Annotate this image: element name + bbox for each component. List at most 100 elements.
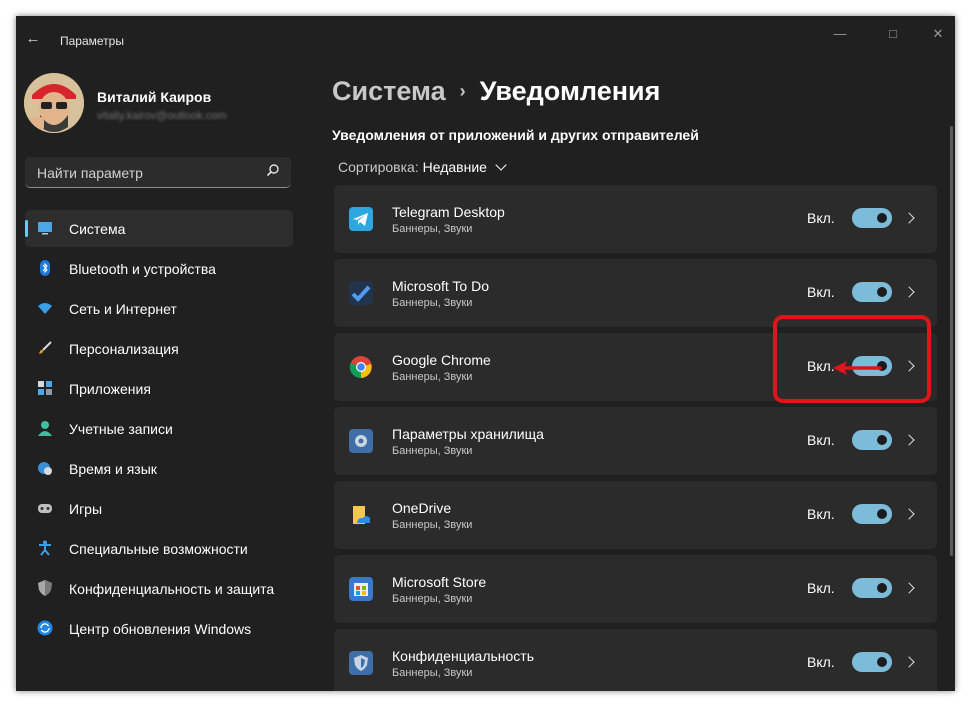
store-icon xyxy=(349,577,373,601)
sort-dropdown[interactable]: Сортировка: Недавние xyxy=(338,159,507,175)
sidebar-item-label: Сеть и Интернет xyxy=(69,301,177,317)
update-icon xyxy=(37,620,53,636)
sidebar-item-label: Время и язык xyxy=(69,461,157,477)
app-row-store[interactable]: Microsoft Store Баннеры, Звуки Вкл. xyxy=(334,555,937,623)
app-row-onedrive[interactable]: OneDrive Баннеры, Звуки Вкл. xyxy=(334,481,937,549)
app-name: Microsoft Store xyxy=(392,574,487,590)
toggle-state-label: Вкл. xyxy=(807,506,835,522)
chevron-right-icon[interactable] xyxy=(903,656,915,668)
sidebar-item-label: Игры xyxy=(69,501,103,517)
app-notification-list: Telegram Desktop Баннеры, Звуки Вкл. Mic… xyxy=(334,185,937,691)
toggle-state-label: Вкл. xyxy=(807,580,835,596)
monitor-icon xyxy=(37,220,53,236)
sidebar-item-accounts[interactable]: Учетные записи xyxy=(25,410,293,447)
back-arrow-icon[interactable]: ← xyxy=(24,30,42,48)
avatar[interactable] xyxy=(24,73,84,133)
notification-toggle[interactable] xyxy=(852,652,892,672)
sidebar-item-accessibility[interactable]: Специальные возможности xyxy=(25,530,293,567)
breadcrumb-separator: › xyxy=(459,81,466,101)
chevron-right-icon[interactable] xyxy=(903,508,915,520)
app-notification-types: Баннеры, Звуки xyxy=(392,667,473,679)
chevron-right-icon[interactable] xyxy=(903,434,915,446)
chevron-right-icon[interactable] xyxy=(903,582,915,594)
app-notification-types: Баннеры, Звуки xyxy=(392,371,473,383)
telegram-icon xyxy=(349,207,373,231)
onedrive-icon xyxy=(349,503,373,527)
user-name: Виталий Каиров xyxy=(97,89,212,105)
sidebar-item-apps[interactable]: Приложения xyxy=(25,370,293,407)
app-name: Google Chrome xyxy=(392,352,491,368)
search-placeholder: Найти параметр xyxy=(37,165,143,181)
sidebar-item-gaming[interactable]: Игры xyxy=(25,490,293,527)
shield-icon xyxy=(37,580,53,596)
section-title: Уведомления от приложений и других отпра… xyxy=(332,127,699,143)
toggle-knob xyxy=(877,509,887,519)
sidebar-item-label: Учетные записи xyxy=(69,421,173,437)
app-name: Telegram Desktop xyxy=(392,204,505,220)
sidebar-item-network[interactable]: Сеть и Интернет xyxy=(25,290,293,327)
minimize-icon[interactable]: — xyxy=(825,24,855,44)
chevron-down-icon xyxy=(495,159,507,171)
sidebar-item-label: Система xyxy=(69,221,126,237)
scrollbar[interactable] xyxy=(950,126,953,556)
sidebar-item-label: Центр обновления Windows xyxy=(69,621,252,637)
sidebar-item-time-language[interactable]: Время и язык xyxy=(25,450,293,487)
sidebar-nav: Система Bluetooth и устройства Сеть и Ин… xyxy=(25,210,293,650)
user-email: vitaliy.kairov@outlook.com xyxy=(97,110,227,122)
toggle-state-label: Вкл. xyxy=(807,284,835,300)
storage-gear-icon xyxy=(349,429,373,453)
notification-toggle[interactable] xyxy=(852,504,892,524)
sort-value: Недавние xyxy=(422,159,487,175)
app-name: Конфиденциальность xyxy=(392,648,535,664)
sidebar-item-system[interactable]: Система xyxy=(25,210,293,247)
app-notification-types: Баннеры, Звуки xyxy=(392,593,473,605)
sidebar-item-label: Bluetooth и устройства xyxy=(69,261,216,277)
sidebar-item-privacy[interactable]: Конфиденциальность и защита xyxy=(25,570,293,607)
active-indicator xyxy=(25,220,28,237)
sidebar-item-label: Конфиденциальность и защита xyxy=(69,581,275,597)
chrome-icon xyxy=(349,355,373,379)
todo-icon xyxy=(349,281,373,305)
page-title: Уведомления xyxy=(479,76,661,106)
sidebar-item-bluetooth[interactable]: Bluetooth и устройства xyxy=(25,250,293,287)
chevron-right-icon[interactable] xyxy=(903,212,915,224)
app-row-privacy[interactable]: Конфиденциальность Баннеры, Звуки Вкл. xyxy=(334,629,937,691)
app-row-telegram[interactable]: Telegram Desktop Баннеры, Звуки Вкл. xyxy=(334,185,937,253)
maximize-icon[interactable]: □ xyxy=(878,24,908,44)
notification-toggle[interactable] xyxy=(852,208,892,228)
search-icon[interactable] xyxy=(265,163,281,179)
sidebar-item-personalization[interactable]: Персонализация xyxy=(25,330,293,367)
toggle-knob xyxy=(877,583,887,593)
breadcrumb-parent[interactable]: Система xyxy=(332,76,446,106)
app-notification-types: Баннеры, Звуки xyxy=(392,297,473,309)
sidebar-item-label: Специальные возможности xyxy=(69,541,248,557)
bluetooth-icon xyxy=(37,260,53,276)
sort-label: Сортировка: xyxy=(338,159,419,175)
globe-clock-icon xyxy=(37,460,53,476)
person-icon xyxy=(37,420,53,436)
app-row-storage[interactable]: Параметры хранилища Баннеры, Звуки Вкл. xyxy=(334,407,937,475)
title-bar: ← Параметры — □ ✕ xyxy=(16,16,955,64)
gamepad-icon xyxy=(37,500,53,516)
app-name: Параметры хранилища xyxy=(392,426,544,442)
apps-icon xyxy=(37,380,53,396)
window-title: Параметры xyxy=(60,34,124,48)
sidebar-item-label: Приложения xyxy=(69,381,151,397)
app-notification-types: Баннеры, Звуки xyxy=(392,223,473,235)
chevron-right-icon[interactable] xyxy=(903,286,915,298)
toggle-state-label: Вкл. xyxy=(807,654,835,670)
close-icon[interactable]: ✕ xyxy=(923,24,953,44)
toggle-state-label: Вкл. xyxy=(807,210,835,226)
brush-icon xyxy=(37,340,53,356)
notification-toggle[interactable] xyxy=(852,430,892,450)
search-input[interactable]: Найти параметр xyxy=(25,157,291,188)
app-name: OneDrive xyxy=(392,500,452,516)
privacy-shield-icon xyxy=(349,651,373,675)
wifi-icon xyxy=(37,300,53,316)
sidebar-item-windows-update[interactable]: Центр обновления Windows xyxy=(25,610,293,647)
notification-toggle[interactable] xyxy=(852,282,892,302)
pointer-arrow-icon xyxy=(833,361,882,375)
app-notification-types: Баннеры, Звуки xyxy=(392,445,473,457)
notification-toggle[interactable] xyxy=(852,578,892,598)
breadcrumb: Система › Уведомления xyxy=(332,76,660,107)
